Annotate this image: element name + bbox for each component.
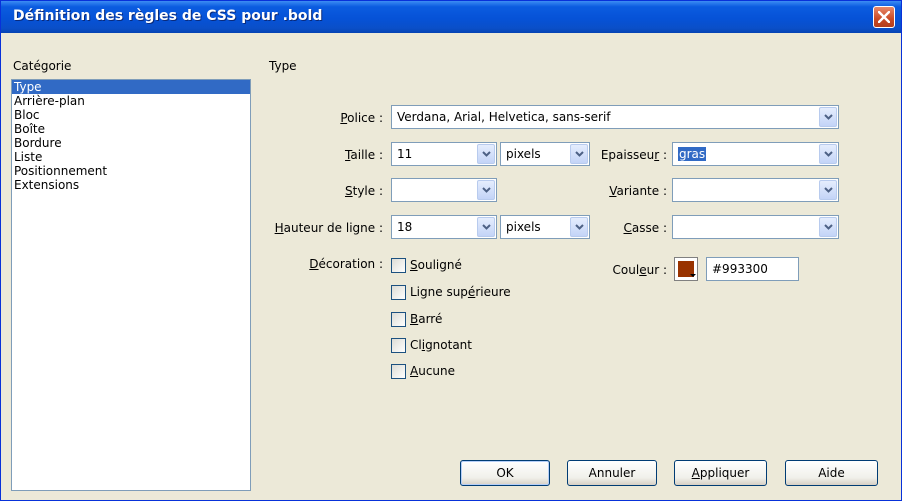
police-value: Verdana, Arial, Helvetica, sans-serif <box>397 110 611 124</box>
close-button[interactable] <box>873 6 895 28</box>
category-item-bordure[interactable]: Bordure <box>12 136 250 150</box>
chevron-down-icon <box>575 151 584 157</box>
taille-unit-value: pixels <box>506 147 541 161</box>
taille-label: Taille : <box>345 148 383 162</box>
chevron-down-icon <box>824 224 833 230</box>
casse-dropdown-button[interactable] <box>819 217 837 237</box>
checkbox-box[interactable] <box>391 338 406 353</box>
color-dropdown-arrow-icon <box>690 274 696 277</box>
decoration-label: Décoration : <box>309 257 383 271</box>
couleur-label: Couleur : <box>612 263 667 277</box>
hauteur-unit-select[interactable]: pixels <box>500 215 590 239</box>
variante-label: Variante : <box>609 184 667 198</box>
style-dropdown-button[interactable] <box>477 180 495 200</box>
close-icon <box>878 11 890 23</box>
variante-dropdown-button[interactable] <box>819 180 837 200</box>
style-label: Style : <box>344 184 383 198</box>
chevron-down-icon <box>482 224 491 230</box>
couleur-value: #993300 <box>712 262 768 276</box>
checkbox-label: Aucune <box>410 364 456 378</box>
style-select[interactable] <box>391 178 497 202</box>
window-title: Définition des règles de CSS pour .bold <box>13 8 323 24</box>
chevron-down-icon <box>482 187 491 193</box>
police-dropdown-button[interactable] <box>819 107 837 127</box>
css-rule-dialog: Définition des règles de CSS pour .bold … <box>0 0 902 501</box>
couleur-input[interactable]: #993300 <box>706 257 799 281</box>
taille-select[interactable]: 11 <box>391 142 497 166</box>
category-item-liste[interactable]: Liste <box>12 150 250 164</box>
checkbox-label: Barré <box>410 312 443 326</box>
hauteur-dropdown-button[interactable] <box>477 217 495 237</box>
epaisseur-value: gras <box>678 147 707 161</box>
chevron-down-icon <box>824 187 833 193</box>
title-bar[interactable]: Définition des règles de CSS pour .bold <box>1 1 901 33</box>
checkbox-box[interactable] <box>391 312 406 327</box>
category-list[interactable]: Type Arrière-plan Bloc Boîte Bordure Lis… <box>11 79 251 491</box>
hauteur-select[interactable]: 18 <box>391 215 497 239</box>
epaisseur-select[interactable]: gras <box>672 142 839 166</box>
category-item-extensions[interactable]: Extensions <box>12 178 250 192</box>
taille-unit-select[interactable]: pixels <box>500 142 590 166</box>
epaisseur-dropdown-button[interactable] <box>819 144 837 164</box>
category-header: Catégorie <box>13 59 72 73</box>
checkbox-box[interactable] <box>391 258 406 273</box>
category-item-arriere-plan[interactable]: Arrière-plan <box>12 94 250 108</box>
taille-value: 11 <box>397 147 413 161</box>
hauteur-unit-value: pixels <box>506 220 541 234</box>
checkbox-label: Souligné <box>410 258 462 272</box>
panel-title: Type <box>269 59 297 73</box>
checkbox-box[interactable] <box>391 285 406 300</box>
hauteur-label: Hauteur de ligne : <box>274 221 383 235</box>
police-select[interactable]: Verdana, Arial, Helvetica, sans-serif <box>391 105 839 129</box>
chevron-down-icon <box>575 224 584 230</box>
category-item-type[interactable]: Type <box>12 80 250 94</box>
variante-select[interactable] <box>672 178 839 202</box>
annuler-button[interactable]: Annuler <box>567 460 657 486</box>
category-item-boite[interactable]: Boîte <box>12 122 250 136</box>
chevron-down-icon <box>482 151 491 157</box>
epaisseur-label: Epaisseur : <box>600 148 667 162</box>
ok-button[interactable]: OK <box>460 460 550 486</box>
category-item-positionnement[interactable]: Positionnement <box>12 164 250 178</box>
chevron-down-icon <box>824 151 833 157</box>
police-label: Police : <box>340 111 383 125</box>
chevron-down-icon <box>824 114 833 120</box>
taille-dropdown-button[interactable] <box>477 144 495 164</box>
casse-label: Casse : <box>623 221 668 235</box>
hauteur-unit-dropdown-button[interactable] <box>570 217 588 237</box>
aide-button[interactable]: Aide <box>785 460 878 486</box>
checkbox-label: Clignotant <box>410 338 472 352</box>
taille-unit-dropdown-button[interactable] <box>570 144 588 164</box>
category-item-bloc[interactable]: Bloc <box>12 108 250 122</box>
casse-select[interactable] <box>672 215 839 239</box>
checkbox-label: Ligne supérieure <box>410 285 511 299</box>
appliquer-button[interactable]: Appliquer <box>674 460 767 486</box>
checkbox-box[interactable] <box>391 364 406 379</box>
hauteur-value: 18 <box>397 220 413 234</box>
color-picker-button[interactable] <box>674 257 698 281</box>
